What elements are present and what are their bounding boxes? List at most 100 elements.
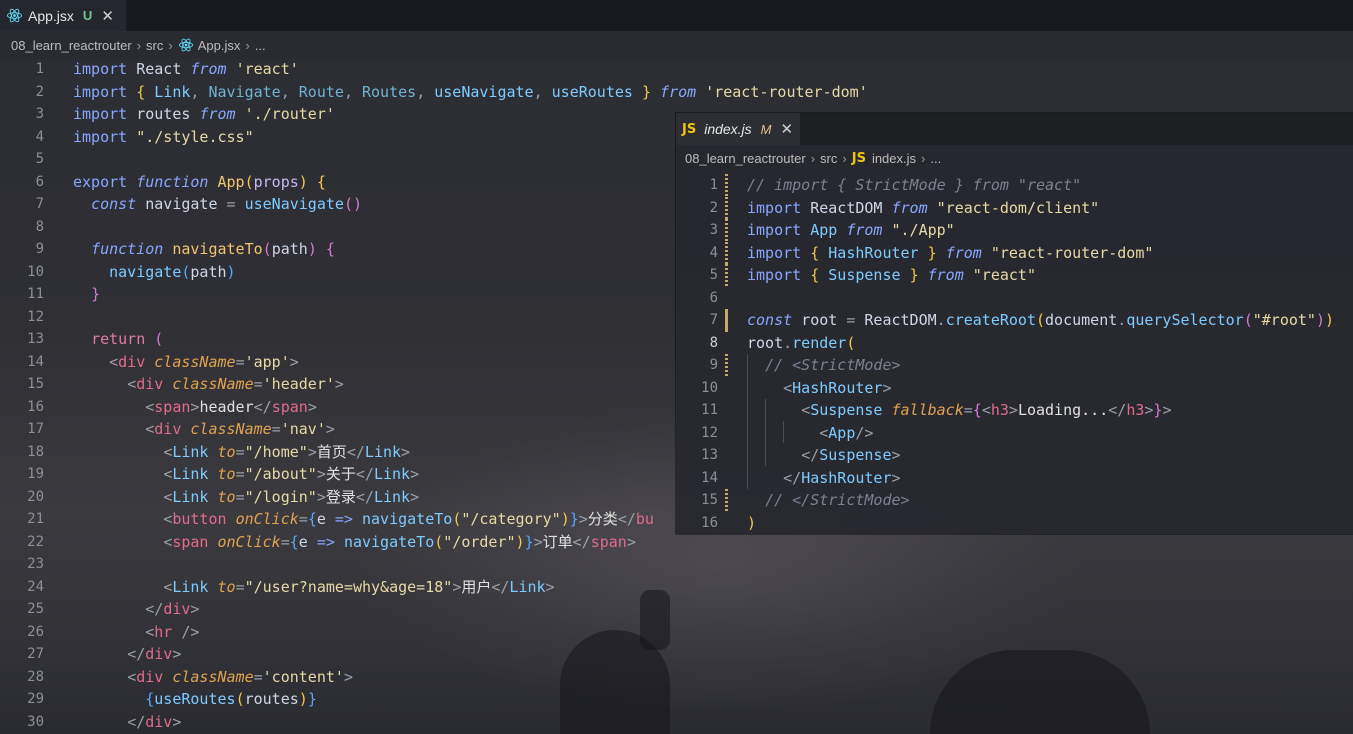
tab-index-js[interactable]: JS index.js M ✕ [676,113,800,145]
code-token: { [289,532,299,551]
code-token: div [118,352,146,371]
code-token: 'header' [262,375,335,393]
code-token: => [316,532,335,551]
code-line: 16) [676,512,1353,535]
code-token: createRoot [945,311,1036,329]
code-token: Link [172,487,209,506]
code-token: } [91,285,101,303]
code-token: ( [452,510,462,528]
breadcrumb-folder[interactable]: 08_learn_reactrouter [685,151,806,166]
code-line: 26 <hr /> [0,621,1353,644]
code-token: useRoutes [551,82,633,101]
line-number: 30 [27,713,44,730]
code-token: ReactDOM [864,311,937,329]
tab-app-jsx[interactable]: App.jsx U ✕ [0,0,126,31]
code-punct: , [190,82,200,101]
chevron-right-icon: › [842,151,847,166]
floating-editor-window[interactable]: JS index.js M ✕ 08_learn_reactrouter › s… [676,113,1353,534]
breadcrumb-folder[interactable]: 08_learn_reactrouter [11,38,132,53]
code-token: useNavigate [244,195,344,213]
breadcrumb-more[interactable]: ... [930,151,941,166]
code-token: ( [154,330,164,348]
line-number: 18 [27,443,44,460]
breadcrumb-src[interactable]: src [146,38,163,53]
breadcrumb: 08_learn_reactrouter › src › App.jsx › .… [0,31,1353,59]
code-token: import [747,266,802,284]
line-number: 24 [27,578,44,595]
code-token: e [316,510,326,528]
code-token: document [1045,311,1118,329]
close-icon[interactable]: ✕ [101,7,114,25]
code-token: ) [226,262,236,281]
line-number: 8 [709,334,718,351]
git-change-marker[interactable] [725,174,728,197]
code-token: routes [244,690,299,708]
breadcrumb-file[interactable]: App.jsx [198,38,241,53]
code-token: navigateTo [172,240,263,258]
code-token: "./App" [891,221,955,239]
code-token: Navigate [208,82,281,101]
code-line: 1 import React from 'react' [0,58,1353,81]
code-token: to [217,465,236,483]
floating-tab-bar: JS index.js M ✕ [676,113,1353,145]
git-change-marker[interactable] [725,196,728,219]
code-token: = [253,667,263,686]
code-token: ) [298,690,308,708]
breadcrumb-more[interactable]: ... [255,38,266,53]
code-token: } [524,532,534,551]
breadcrumb-file[interactable]: index.js [872,151,916,166]
code-token: span [172,532,209,551]
code-token: ) [515,532,525,551]
code-token: </ [355,487,374,506]
code-token: . [1117,311,1127,329]
floating-code-editor[interactable]: 1 // import { StrictMode } from "react" 2… [676,174,1353,534]
code-token: = [280,532,290,551]
git-change-marker[interactable] [725,309,728,332]
code-token: 'nav' [280,420,326,438]
code-token: ) [1325,311,1335,329]
line-number: 13 [27,331,44,347]
git-change-marker[interactable] [725,241,728,264]
git-change-marker[interactable] [725,219,728,242]
code-token: < [163,442,173,461]
code-token: 登录 [325,487,356,506]
code-line: 25 </div> [0,598,1353,621]
code-token: . [783,333,793,352]
line-number: 26 [27,623,44,640]
chevron-right-icon: › [810,151,816,166]
git-change-marker[interactable] [725,354,728,377]
code-token: 分类 [587,510,618,528]
line-number: 9 [35,241,44,257]
tab-filename: App.jsx [28,7,74,24]
code-token: from [945,243,982,262]
line-number: 2 [35,83,44,100]
code-token: 'content' [262,667,344,686]
git-change-marker[interactable] [725,264,728,287]
breadcrumb-src[interactable]: src [820,151,837,166]
code-token: "/category" [461,510,561,528]
code-token: = [235,442,245,461]
code-token: ( [434,532,444,551]
code-token: path [271,240,308,258]
code-token: /> [181,622,200,641]
code-token: 首页 [316,442,347,461]
code-token: Routes [362,82,417,101]
code-line: 6 [676,287,1353,310]
code-token: > [289,352,299,371]
code-token: export [73,172,128,191]
chevron-right-icon: › [921,151,926,166]
line-number: 8 [35,218,44,235]
code-token: root [747,333,784,352]
code-token: // <StrictMode> [765,356,901,374]
code-line: 8 root.render( [676,332,1353,355]
chevron-right-icon: › [168,37,173,53]
tab-filename: index.js [704,121,752,137]
code-token: div [145,712,173,731]
code-token: { [810,243,820,262]
code-token: onClick [217,532,281,551]
close-icon[interactable]: ✕ [781,120,794,138]
code-token: </ [617,510,636,528]
code-token: className [172,667,254,686]
code-token: > [891,468,901,487]
git-change-marker[interactable] [725,489,728,512]
